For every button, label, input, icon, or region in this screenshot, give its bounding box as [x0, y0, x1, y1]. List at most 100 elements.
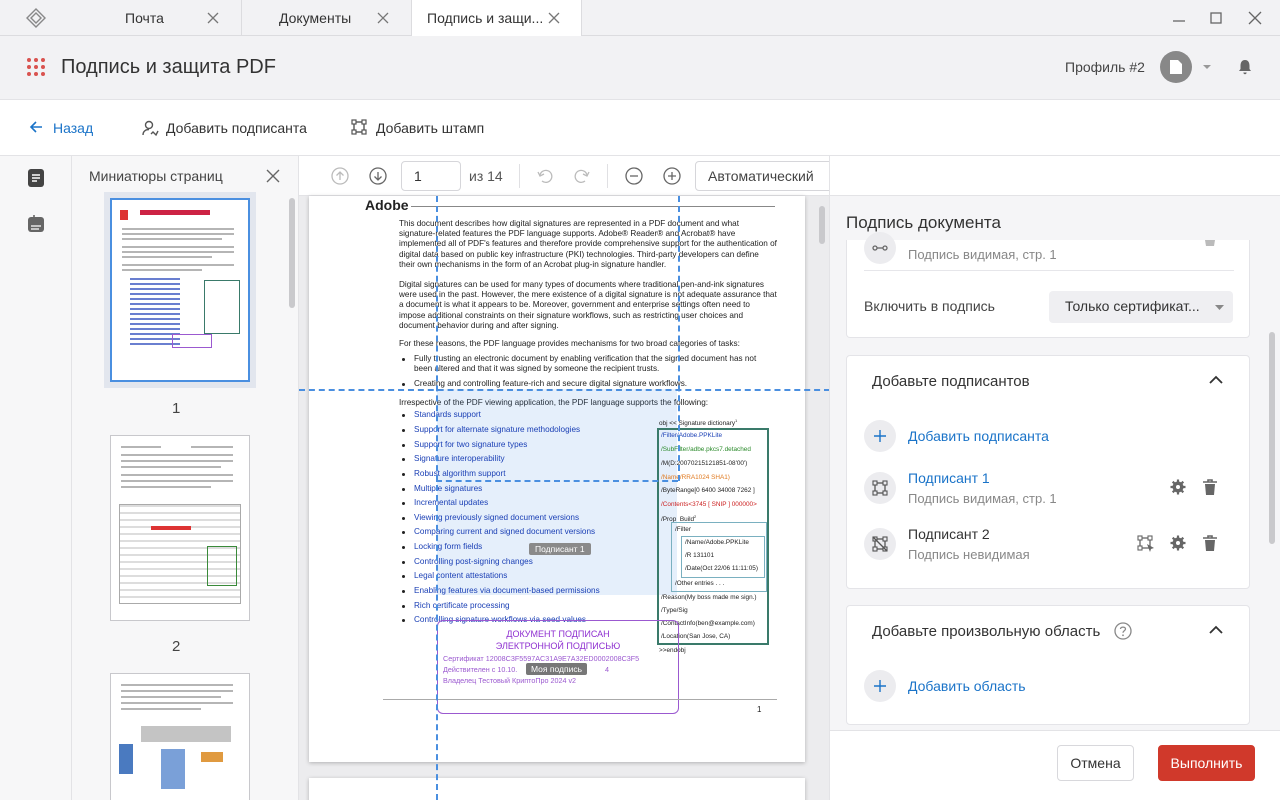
- apps-grid-icon[interactable]: [27, 58, 45, 76]
- panel-scrollbar[interactable]: [1269, 332, 1275, 544]
- thumbnail-page-3[interactable]: [110, 673, 250, 800]
- tab-mail[interactable]: Почта: [72, 0, 242, 36]
- feature-link[interactable]: Rich certificate processing: [414, 601, 510, 610]
- stamp-valid-end: 4: [605, 665, 609, 674]
- bell-icon[interactable]: [1236, 58, 1254, 76]
- arrow-left-icon: [29, 121, 42, 133]
- tab-sign-protect[interactable]: Подпись и защи...: [412, 0, 582, 36]
- sigdict-byterange: /ByteRange[0 6400 34008 7262 ]: [661, 487, 755, 494]
- rotate-left-icon[interactable]: [536, 167, 554, 185]
- arrow-up-icon[interactable]: [331, 167, 349, 185]
- thumbnails-scrollbar[interactable]: [289, 198, 295, 308]
- sigdict-contents: /Contents<3745 [ SNIP ] 000000>: [661, 501, 757, 508]
- custom-area-card: Добавьте произвольную область Добавить о…: [846, 605, 1250, 725]
- minimize-icon[interactable]: [1170, 9, 1188, 27]
- feature-link[interactable]: Multiple signatures: [414, 484, 482, 493]
- feature-link[interactable]: Standards support: [414, 410, 481, 419]
- feature-link[interactable]: Incremental updates: [414, 498, 488, 507]
- signer-1-name[interactable]: Подписант 1: [908, 470, 990, 486]
- trash-icon[interactable]: [1202, 479, 1218, 496]
- gear-icon[interactable]: [1170, 535, 1186, 551]
- plus-icon: [874, 430, 886, 442]
- tab-label: Почта: [125, 10, 164, 26]
- feature-link[interactable]: Locking form fields: [414, 542, 482, 551]
- cancel-button[interactable]: Отмена: [1057, 745, 1134, 781]
- rotate-right-icon[interactable]: [573, 167, 591, 185]
- signer-visible-icon: [864, 472, 896, 504]
- maximize-icon[interactable]: [1207, 9, 1225, 27]
- feature-link[interactable]: Enabling features via document-based per…: [414, 586, 600, 595]
- zoom-out-icon[interactable]: [625, 167, 643, 185]
- back-button[interactable]: Назад: [28, 118, 98, 138]
- signers-card: Добавьте подписантов Добавить подписанта…: [846, 355, 1250, 589]
- thumbnail-page-number: 2: [172, 638, 181, 655]
- chevron-down-icon[interactable]: [1202, 64, 1212, 70]
- sigdict-m: /M(D:20070215121851-08'00'): [661, 460, 748, 467]
- viewer-scrollbar[interactable]: [819, 206, 825, 244]
- vertical-guide-line: [436, 196, 438, 800]
- zoom-select[interactable]: Автоматический: [695, 161, 829, 191]
- add-signer-circle[interactable]: [864, 420, 896, 452]
- feature-link[interactable]: Controlling post-signing changes: [414, 557, 533, 566]
- arrow-down-icon[interactable]: [369, 167, 387, 185]
- avatar[interactable]: [1160, 51, 1192, 83]
- thumbnail-page-2[interactable]: [110, 435, 250, 621]
- chevron-up-icon[interactable]: [1209, 375, 1223, 385]
- signer-2-name[interactable]: Подписант 2: [908, 526, 990, 542]
- include-value: Только сертификат...: [1065, 298, 1200, 314]
- thumbnails-icon[interactable]: [26, 168, 46, 188]
- user-add-icon: [142, 120, 159, 137]
- stamp-title-1: ДОКУМЕНТ ПОДПИСАН: [506, 629, 610, 639]
- place-signature-icon[interactable]: [1137, 535, 1155, 553]
- sigdict-r: /R 131101: [685, 552, 715, 559]
- tab-documents[interactable]: Документы: [242, 0, 412, 36]
- sigdict-head: obj << Signature dictionary1: [659, 418, 738, 428]
- feature-link[interactable]: Comparing current and signed document ve…: [414, 527, 595, 536]
- close-icon[interactable]: [266, 169, 280, 183]
- app-header: Подпись и защита PDF Профиль #2: [0, 36, 1280, 100]
- footer-rule: [383, 699, 777, 700]
- close-icon[interactable]: [376, 11, 390, 25]
- help-icon[interactable]: [1114, 622, 1132, 640]
- chevron-up-icon[interactable]: [1209, 625, 1223, 635]
- include-select[interactable]: Только сертификат...: [1049, 291, 1233, 323]
- sigdict-filter: /Filter/Adobe.PPKLite: [661, 432, 723, 439]
- thumbnail-page-1[interactable]: [110, 198, 250, 382]
- window-tab-bar: Почта Документы Подпись и защи...: [0, 0, 1280, 36]
- bullet: [402, 531, 405, 534]
- add-area-circle[interactable]: [864, 670, 896, 702]
- gear-icon[interactable]: [1202, 240, 1218, 250]
- panel-footer: Отмена Выполнить: [830, 730, 1280, 800]
- sigdict-pfilter: /Filter: [675, 526, 691, 533]
- back-label: Назад: [53, 120, 94, 136]
- profile-name[interactable]: Профиль #2: [1065, 59, 1145, 75]
- signer1-label: Подписант 1: [529, 543, 591, 555]
- feature-link[interactable]: Robust algorithm support: [414, 469, 505, 478]
- window-close-icon[interactable]: [1246, 9, 1264, 27]
- page-count: из 14: [469, 168, 503, 184]
- feature-link[interactable]: Signature interoperability: [414, 454, 505, 463]
- close-icon[interactable]: [547, 11, 561, 25]
- pdf-page-2: [309, 778, 805, 800]
- add-signer-label: Добавить подписанта: [166, 120, 307, 136]
- thumbnails-title: Миниатюры страниц: [89, 168, 223, 184]
- feature-link[interactable]: Support for alternate signature methodol…: [414, 425, 580, 434]
- bullet: [402, 429, 405, 432]
- add-signer-link[interactable]: Добавить подписанта: [908, 428, 1049, 444]
- close-icon[interactable]: [206, 11, 220, 25]
- add-signer-button[interactable]: Добавить подписанта: [141, 118, 316, 138]
- pdf-viewer: 1 из 14 Автоматический Adobe This docume…: [299, 156, 830, 800]
- signature-panel: Подпись документа Подпись видимая, стр. …: [830, 156, 1280, 800]
- signers-title: Добавьте подписантов: [872, 373, 1030, 390]
- feature-link[interactable]: Viewing previously signed document versi…: [414, 513, 579, 522]
- add-area-link[interactable]: Добавить область: [908, 678, 1026, 694]
- gear-icon[interactable]: [1170, 479, 1186, 495]
- zoom-in-icon[interactable]: [663, 167, 681, 185]
- attachments-icon[interactable]: [26, 214, 46, 234]
- execute-button[interactable]: Выполнить: [1158, 745, 1255, 781]
- trash-icon[interactable]: [1202, 535, 1218, 552]
- feature-link[interactable]: Support for two signature types: [414, 440, 527, 449]
- page-number-input[interactable]: 1: [401, 161, 461, 191]
- feature-link[interactable]: Legal content attestations: [414, 571, 507, 580]
- add-stamp-button[interactable]: Добавить штамп: [351, 118, 491, 138]
